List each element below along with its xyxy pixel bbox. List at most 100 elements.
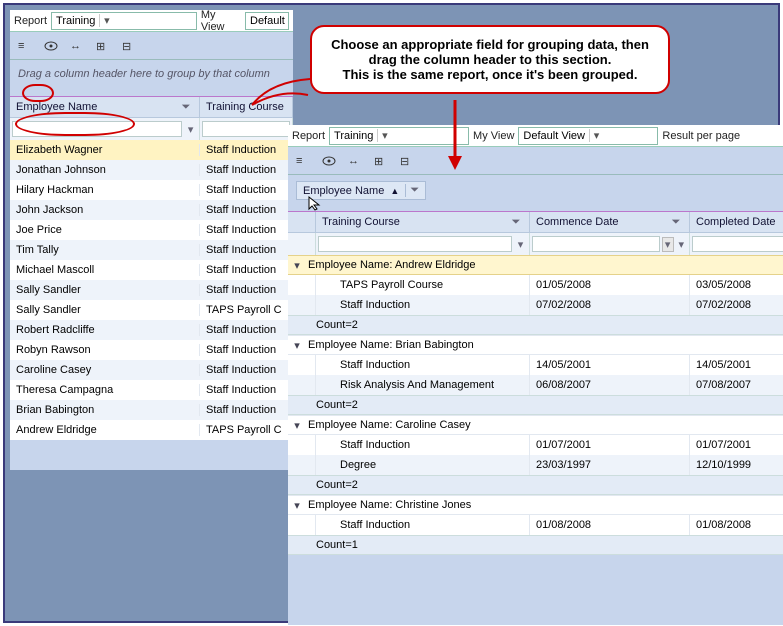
table-row[interactable]: Caroline CaseyStaff Induction [10, 360, 293, 380]
filter-input-employee[interactable] [12, 121, 182, 137]
column-header-completed[interactable]: Completed Date [690, 212, 783, 232]
group-header-row[interactable]: ▾ Employee Name: Christine Jones [288, 495, 783, 515]
table-row[interactable]: Staff Induction01/07/200101/07/2001 [288, 435, 783, 455]
icon-toolbar: ≡ ↔ ⊞ ⊟ [288, 147, 783, 175]
report-select[interactable]: Training ▾ [51, 12, 197, 30]
arrows-h-icon[interactable]: ↔ [70, 40, 84, 52]
column-header-employee[interactable]: Employee Name ⏷ [10, 97, 200, 117]
cell-employee: John Jackson [10, 204, 200, 216]
table-row[interactable]: Jonathan JohnsonStaff Induction [10, 160, 293, 180]
funnel-icon[interactable]: ⏷ [509, 216, 523, 229]
cell-commence: 23/03/1997 [530, 455, 690, 475]
group-header-row[interactable]: ▾ Employee Name: Brian Babington [288, 335, 783, 355]
mouse-cursor-icon [307, 195, 323, 211]
column-header-course[interactable]: Training Course ⏷ [316, 212, 530, 232]
column-header-commence[interactable]: Commence Date ⏷ [530, 212, 690, 232]
group-header-row[interactable]: ▾ Employee Name: Andrew Eldridge [288, 255, 783, 275]
group-header-row[interactable]: ▾Employee Name: Caroline Casey [288, 415, 783, 435]
collapse-group-icon[interactable]: ▾ [292, 419, 302, 432]
table-row[interactable]: Hilary HackmanStaff Induction [10, 180, 293, 200]
table-row[interactable]: Theresa CampagnaStaff Induction [10, 380, 293, 400]
cell-course: TAPS Payroll Course [316, 275, 530, 295]
table-row[interactable]: Robert RadcliffeStaff Induction [10, 320, 293, 340]
eye-icon[interactable] [322, 155, 336, 167]
grouped-grid-body: ▾ Employee Name: Andrew Eldridge TAPS Payr… [288, 255, 783, 555]
filter-row: ▾ [10, 118, 293, 140]
table-row[interactable]: Staff Induction14/05/200114/05/2001 [288, 355, 783, 375]
menu-icon[interactable]: ≡ [18, 40, 32, 52]
table-row[interactable]: John JacksonStaff Induction [10, 200, 293, 220]
menu-icon[interactable]: ≡ [296, 155, 310, 167]
expand-icon[interactable]: ⊞ [96, 40, 110, 52]
eye-icon[interactable] [44, 40, 58, 52]
funnel-icon[interactable]: ▾ [676, 238, 687, 251]
table-row[interactable]: Sally SandlerTAPS Payroll C [10, 300, 293, 320]
dropdown-icon: ▾ [99, 14, 113, 27]
group-count-row: Count=1 [288, 535, 783, 555]
table-row[interactable]: Sally SandlerStaff Induction [10, 280, 293, 300]
collapse-icon[interactable]: ⊟ [122, 40, 136, 52]
table-row[interactable]: TAPS Payroll Course01/05/200803/05/2008 [288, 275, 783, 295]
table-row[interactable]: Tim TallyStaff Induction [10, 240, 293, 260]
cell-commence: 01/05/2008 [530, 275, 690, 295]
filter-input-completed[interactable] [692, 236, 783, 252]
cell-course: TAPS Payroll C [200, 424, 293, 436]
expand-cell [288, 355, 316, 375]
filter-input-commence[interactable] [532, 236, 660, 252]
table-row[interactable]: Michael MascollStaff Induction [10, 260, 293, 280]
icon-toolbar: ≡ ↔ ⊞ ⊟ [10, 32, 293, 60]
funnel-icon[interactable]: ▾ [184, 123, 197, 136]
dropdown-icon: ▾ [589, 129, 603, 142]
funnel-icon[interactable]: ⏷ [405, 184, 419, 197]
cell-completed: 12/10/1999 [690, 455, 783, 475]
filter-input-course[interactable] [202, 121, 290, 137]
collapse-group-icon[interactable]: ▾ [292, 339, 302, 352]
column-header-label: Completed Date [696, 216, 776, 228]
myview-select[interactable]: Default View ▾ [518, 127, 658, 145]
table-row[interactable]: Andrew EldridgeTAPS Payroll C [10, 420, 293, 440]
collapse-group-icon[interactable]: ▾ [292, 499, 302, 512]
cell-employee: Sally Sandler [10, 304, 200, 316]
group-count-row: Count=2 [288, 475, 783, 495]
cell-course: Staff Induction [200, 184, 293, 196]
cell-employee: Robyn Rawson [10, 344, 200, 356]
group-header-label: Employee Name: Brian Babington [308, 339, 474, 351]
cell-employee: Joe Price [10, 224, 200, 236]
callout-line: drag the column header to this section. [326, 52, 654, 67]
table-row[interactable]: Staff Induction07/02/200807/02/2008 [288, 295, 783, 315]
date-dropdown-icon[interactable]: ▾ [662, 237, 674, 252]
table-row[interactable]: Staff Induction01/08/200801/08/2008 [288, 515, 783, 535]
group-count-row: Count=2 [288, 395, 783, 415]
funnel-icon[interactable]: ⏷ [179, 101, 193, 114]
funnel-icon[interactable]: ▾ [514, 238, 527, 251]
cell-employee: Robert Radcliffe [10, 324, 200, 336]
group-hint: Drag a column header here to group by th… [18, 68, 270, 80]
filter-cell: ▾ ▾ [530, 233, 690, 255]
arrows-h-icon[interactable]: ↔ [348, 155, 362, 167]
report-select-value: Training [56, 15, 95, 27]
myview-select[interactable]: Default [245, 12, 289, 30]
group-header-label: Employee Name: Christine Jones [308, 499, 471, 511]
column-header-label: Commence Date [536, 216, 619, 228]
cell-course: Staff Induction [200, 224, 293, 236]
myview-label: My View [201, 9, 241, 33]
table-row[interactable]: Elizabeth WagnerStaff Induction [10, 140, 293, 160]
cell-employee: Hilary Hackman [10, 184, 200, 196]
table-row[interactable]: Brian BabingtonStaff Induction [10, 400, 293, 420]
collapse-icon[interactable]: ⊟ [400, 155, 414, 167]
table-row[interactable]: Joe PriceStaff Induction [10, 220, 293, 240]
expand-icon[interactable]: ⊞ [374, 155, 388, 167]
cell-course: Staff Induction [316, 435, 530, 455]
filter-input-course[interactable] [318, 236, 512, 252]
cell-course: Staff Induction [200, 164, 293, 176]
group-by-area[interactable]: Employee Name ▲ ⏷ [288, 175, 783, 211]
group-header-label: Employee Name: Andrew Eldridge [308, 259, 476, 271]
filter-cell: ▾ [316, 233, 530, 255]
app-frame: Report Training ▾ My View Default ≡ ↔ ⊞ … [3, 3, 780, 623]
funnel-icon[interactable]: ⏷ [669, 216, 683, 229]
cell-commence: 06/08/2007 [530, 375, 690, 395]
table-row[interactable]: Degree23/03/199712/10/1999 [288, 455, 783, 475]
table-row[interactable]: Risk Analysis And Management06/08/200707… [288, 375, 783, 395]
table-row[interactable]: Robyn RawsonStaff Induction [10, 340, 293, 360]
collapse-group-icon[interactable]: ▾ [292, 259, 302, 272]
